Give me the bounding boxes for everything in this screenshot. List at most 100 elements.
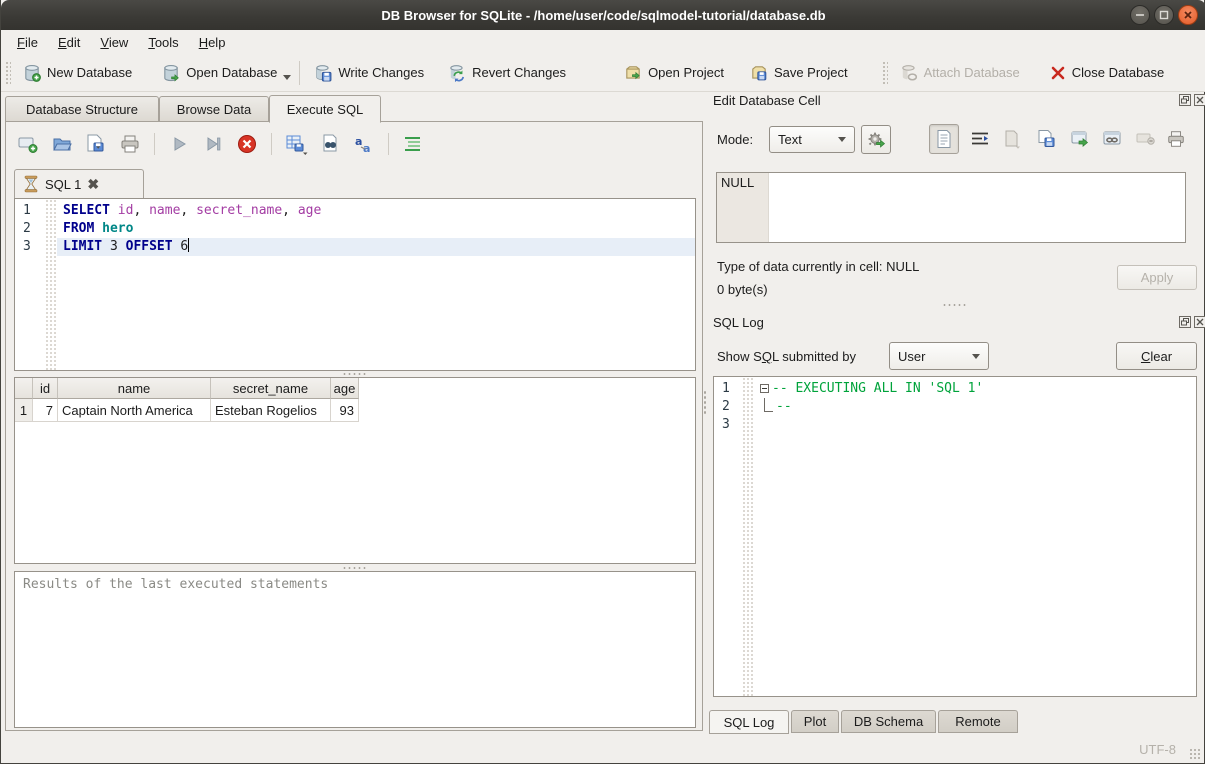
grid-cell-id[interactable]: 7 [33, 399, 58, 422]
save-sql-file-button[interactable] [84, 132, 108, 156]
menu-tools[interactable]: Tools [138, 32, 188, 53]
find-replace-icon [319, 133, 341, 155]
sql-editor-line-numbers: 1 2 3 [15, 199, 45, 370]
new-database-button[interactable]: New Database [15, 59, 140, 87]
toolbar-handle[interactable] [882, 61, 888, 85]
bottom-tab-db-schema[interactable]: DB Schema [841, 710, 936, 733]
bottom-tab-remote[interactable]: Remote [938, 710, 1018, 733]
resize-grip[interactable] [1189, 748, 1201, 760]
cell-set-link-button[interactable] [1097, 124, 1127, 154]
execute-current-line-button[interactable] [201, 132, 225, 156]
cell-open-external-button[interactable] [1065, 124, 1095, 154]
menu-file[interactable]: File [7, 32, 48, 53]
bottom-tab-plot[interactable]: Plot [791, 710, 839, 733]
tab-database-structure[interactable]: Database Structure [5, 96, 159, 122]
grid-row-header[interactable]: 1 [15, 399, 33, 422]
float-icon [1181, 318, 1189, 326]
grid-cell-secret-name[interactable]: Esteban Rogelios [211, 399, 331, 422]
dock-float-button[interactable] [1179, 316, 1191, 328]
revert-changes-button[interactable]: Revert Changes [440, 59, 574, 87]
format-sql-button[interactable] [401, 132, 425, 156]
save-project-button[interactable]: Save Project [742, 59, 856, 87]
open-project-button[interactable]: Open Project [616, 59, 732, 87]
grid-header-id[interactable]: id [33, 378, 58, 399]
grid-header-age[interactable]: age [331, 378, 359, 399]
grid-header-secret-name[interactable]: secret_name [211, 378, 331, 399]
word-wrap-icon [970, 130, 990, 148]
log-filter-combobox[interactable]: User [889, 342, 989, 370]
sql-editor[interactable]: 1 2 3 SELECT id, name, secret_name, age … [14, 198, 696, 371]
results-message-box[interactable]: Results of the last executed statements [14, 571, 696, 728]
menu-edit[interactable]: Edit [48, 32, 90, 53]
execute-all-button[interactable] [167, 132, 191, 156]
clear-button[interactable]: Clear [1116, 342, 1197, 370]
minimize-button[interactable] [1130, 5, 1150, 25]
close-button[interactable] [1178, 5, 1198, 25]
menu-view[interactable]: View [90, 32, 138, 53]
mode-combobox[interactable]: Text [769, 126, 855, 153]
database-close-icon [1050, 65, 1066, 81]
gear-arrow-icon [866, 130, 886, 150]
sql-line: SELECT id, name, secret_name, age [57, 202, 695, 220]
sql-file-tab[interactable]: SQL 1 ✖ [14, 169, 144, 198]
open-database-dropdown[interactable] [283, 75, 291, 80]
window-title: DB Browser for SQLite - /home/user/code/… [1, 8, 1205, 23]
sql-editor-text[interactable]: SELECT id, name, secret_name, age FROM h… [57, 199, 695, 370]
hourglass-icon [23, 175, 39, 193]
apply-button: Apply [1117, 265, 1197, 290]
database-new-icon [23, 64, 41, 82]
edit-cell-dock-title: Edit Database Cell [713, 93, 821, 108]
dock-close-button[interactable] [1194, 316, 1205, 328]
maximize-button[interactable] [1154, 5, 1174, 25]
splitter-vertical[interactable] [703, 390, 707, 416]
dock-close-icon [1196, 96, 1204, 104]
toolbar-handle[interactable] [5, 61, 11, 85]
encoding-indicator[interactable]: UTF-8 [1139, 742, 1176, 757]
execute-all-icon [169, 134, 189, 154]
database-open-icon [162, 64, 180, 82]
tab-execute-sql[interactable]: Execute SQL [269, 95, 381, 123]
open-sql-file-button[interactable] [50, 132, 74, 156]
print-button[interactable] [118, 132, 142, 156]
toolbar-separator [299, 61, 300, 85]
grid-header-name[interactable]: name [58, 378, 211, 399]
splitter-docks[interactable] [713, 302, 1197, 308]
open-sql-tab-icon [17, 133, 39, 155]
title-bar[interactable]: DB Browser for SQLite - /home/user/code/… [1, 0, 1205, 30]
format-sql-icon [402, 133, 424, 155]
cell-print-button[interactable] [1161, 124, 1191, 154]
text-document-icon [935, 129, 953, 149]
cell-value-editor[interactable]: NULL [716, 172, 1186, 243]
sql-log-editor[interactable]: 1 2 3 -- EXECUTING ALL IN 'SQL 1' -- [713, 376, 1197, 697]
grid-cell-age[interactable]: 93 [331, 399, 359, 422]
cell-text-mode-button[interactable] [929, 124, 959, 154]
bottom-tab-sql-log[interactable]: SQL Log [709, 710, 789, 734]
open-database-button[interactable]: Open Database [154, 59, 285, 87]
log-text[interactable]: -- EXECUTING ALL IN 'SQL 1' -- [754, 377, 1196, 696]
export-results-button[interactable] [284, 132, 308, 156]
maximize-icon [1159, 10, 1169, 20]
find-replace-button[interactable] [318, 132, 342, 156]
grid-cell-name[interactable]: Captain North America [58, 399, 211, 422]
menu-help[interactable]: Help [189, 32, 236, 53]
sql-file-tab-label: SQL 1 [45, 177, 81, 192]
cell-word-wrap-button[interactable] [965, 124, 995, 154]
apply-data-button[interactable] [861, 125, 891, 154]
database-attach-icon [900, 64, 918, 82]
project-save-icon [750, 64, 768, 82]
fold-marker-icon[interactable] [760, 384, 769, 393]
sql-toolbar-separator [388, 133, 389, 155]
grid-corner-header [15, 378, 33, 399]
sql-file-tab-close-icon[interactable]: ✖ [87, 176, 99, 193]
stop-button[interactable] [235, 132, 259, 156]
dock-float-button[interactable] [1179, 94, 1191, 106]
results-grid[interactable]: id name secret_name age 1 7 Captain Nort… [14, 377, 696, 564]
log-filter-label: Show SQL submitted by [717, 349, 856, 364]
cell-export-button[interactable] [1031, 124, 1061, 154]
auto-completion-button[interactable]: aa [352, 132, 376, 156]
tab-browse-data[interactable]: Browse Data [159, 96, 269, 122]
dock-close-button[interactable] [1194, 94, 1205, 106]
write-changes-button[interactable]: Write Changes [306, 59, 432, 87]
close-database-button[interactable]: Close Database [1042, 60, 1173, 86]
open-sql-tab-button[interactable] [16, 132, 40, 156]
